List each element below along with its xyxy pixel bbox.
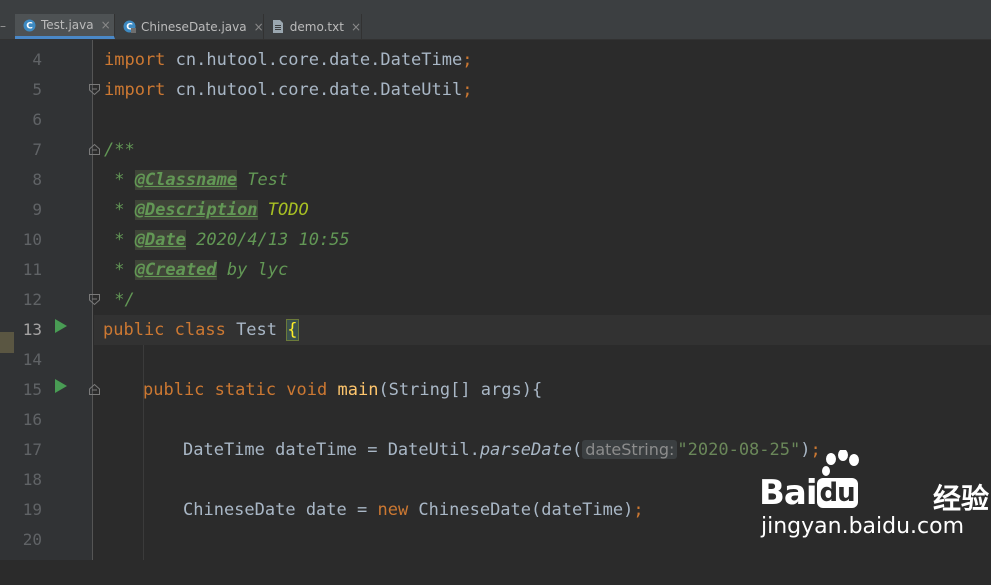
semicolon: ;: [633, 500, 644, 520]
java-class-icon: C: [23, 19, 36, 32]
line-number: 15: [22, 380, 42, 399]
code-text: (: [571, 440, 583, 460]
logo-text: du: [816, 478, 858, 508]
code-line: import cn.hutool.core.date.DateUtil;: [94, 75, 991, 105]
baidu-logo: Bai du: [759, 473, 858, 513]
code-line: public static void main(String[] args){: [94, 375, 991, 405]
line-number: 12: [22, 290, 42, 309]
watermark-url: jingyan.baidu.com: [761, 514, 965, 539]
code-text: ChineseDate date =: [183, 500, 378, 520]
doc-comment: /**: [104, 140, 135, 160]
close-tab-icon[interactable]: ×: [254, 20, 264, 34]
todo-marker: TODO: [267, 200, 309, 220]
semicolon: ;: [462, 50, 473, 70]
code-text: (String[] args){: [378, 380, 543, 400]
line-number-gutter: 4 5 6 7 8 9 10 11 12 13 14 15 16 17 18 1…: [0, 40, 100, 560]
tab-label: Test.java: [41, 18, 94, 32]
keyword: import: [104, 80, 166, 100]
close-tab-icon[interactable]: ×: [351, 20, 361, 34]
line-number: 18: [22, 470, 42, 489]
tab-label: ChineseDate.java: [141, 19, 247, 34]
doc-tag: @Description: [134, 200, 258, 220]
svg-text:C: C: [26, 21, 33, 31]
doc-comment: [258, 200, 268, 220]
line-number-current: 13: [22, 320, 42, 339]
line-number: 5: [32, 80, 42, 99]
line-number: 7: [32, 140, 42, 159]
code-line: * @Created by lyc: [94, 255, 991, 285]
logo-text: Bai: [759, 473, 818, 513]
code-line: * @Classname Test: [94, 165, 991, 195]
code-text: ChineseDate(dateTime): [408, 500, 634, 520]
tab-bar-menu-icon[interactable]: –: [0, 19, 8, 33]
tab-test-java[interactable]: C Test.java ×: [15, 14, 115, 39]
java-class-icon: C: [123, 20, 136, 33]
doc-comment: Test: [237, 170, 289, 190]
line-number: 14: [22, 350, 42, 369]
line-number: 9: [32, 200, 42, 219]
keyword: public static void: [143, 380, 328, 400]
editor-tab-bar: – C Test.java × C ChineseDate.java × dem…: [0, 14, 991, 40]
text-file-icon: [272, 20, 285, 33]
doc-comment: *: [104, 170, 135, 190]
doc-comment: *: [104, 260, 135, 280]
run-main-icon[interactable]: [54, 378, 68, 394]
line-number: 16: [22, 410, 42, 429]
code-text: cn.hutool.core.date.DateUtil: [165, 80, 463, 100]
close-tab-icon[interactable]: ×: [101, 18, 111, 32]
code-line-current: public class Test {: [94, 315, 991, 345]
line-number: 4: [32, 50, 42, 69]
line-number: 6: [32, 110, 42, 129]
tab-chinesedate-java[interactable]: C ChineseDate.java ×: [115, 14, 264, 39]
keyword: import: [104, 50, 166, 70]
class-name: Test: [225, 320, 288, 340]
run-class-icon[interactable]: [54, 318, 68, 334]
code-text: DateTime dateTime = DateUtil.: [183, 440, 480, 460]
line-number: 19: [22, 500, 42, 519]
method-name: main: [337, 380, 379, 400]
code-line: * @Description TODO: [94, 195, 991, 225]
doc-comment: */: [104, 290, 135, 310]
code-text: cn.hutool.core.date.DateTime: [165, 50, 463, 70]
code-line: */: [94, 285, 991, 315]
doc-comment: *: [104, 200, 135, 220]
code-line: * @Date 2020/4/13 10:55: [94, 225, 991, 255]
doc-tag: @Date: [134, 230, 186, 250]
keyword: public class: [103, 320, 226, 340]
line-number: 10: [22, 230, 42, 249]
doc-comment: *: [104, 230, 135, 250]
doc-tag: @Created: [134, 260, 217, 280]
code-line: import cn.hutool.core.date.DateTime;: [94, 45, 991, 75]
line-number: 17: [22, 440, 42, 459]
static-method-call: parseDate: [479, 440, 572, 460]
doc-tag: @Classname: [134, 170, 238, 190]
tab-demo-txt[interactable]: demo.txt ×: [264, 14, 362, 39]
semicolon: ;: [462, 80, 473, 100]
keyword: new: [377, 500, 409, 520]
line-number: 8: [32, 170, 42, 189]
title-strip: [0, 0, 991, 14]
parameter-hint: dateString:: [582, 440, 678, 459]
baidu-jingyan-watermark: Bai du 经验 jingyan.baidu.com: [755, 450, 991, 560]
code-line: /**: [94, 135, 991, 165]
jingyan-label: 经验: [933, 482, 990, 515]
line-number: 20: [22, 530, 42, 549]
line-number: 11: [22, 260, 42, 279]
doc-comment: by lyc: [216, 260, 289, 280]
doc-comment: 2020/4/13 10:55: [185, 230, 350, 250]
matched-brace: {: [286, 319, 299, 341]
tab-label: demo.txt: [289, 19, 344, 34]
